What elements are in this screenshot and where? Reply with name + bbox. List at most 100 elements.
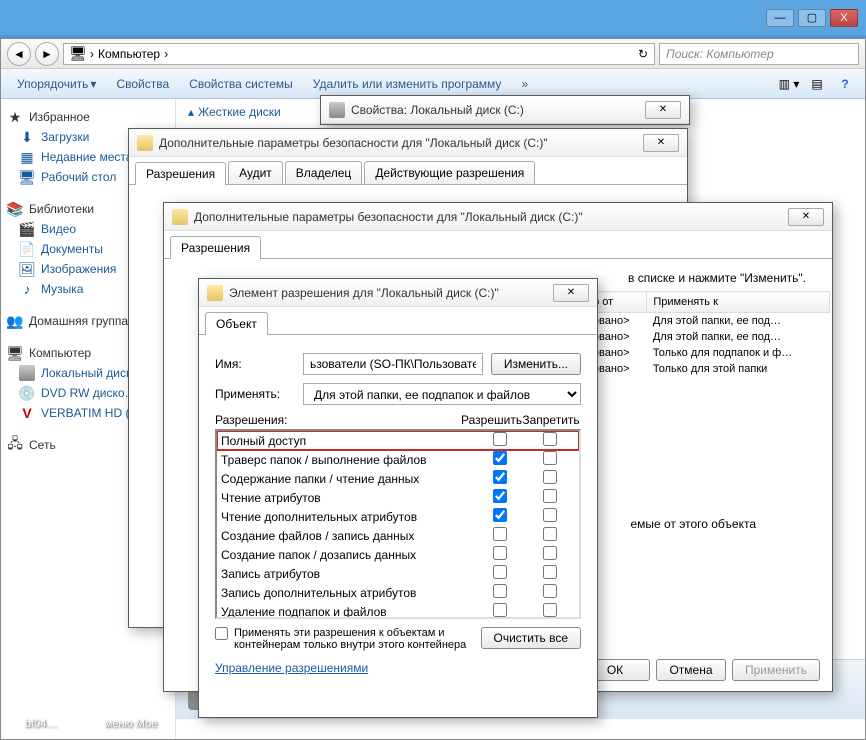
deny-checkbox[interactable] bbox=[543, 451, 557, 465]
allow-checkbox[interactable] bbox=[493, 451, 507, 465]
computer-icon: 🖥 bbox=[7, 345, 23, 361]
name-input[interactable] bbox=[303, 353, 483, 375]
cancel-button[interactable]: Отмена bbox=[656, 659, 726, 681]
view-button[interactable]: ▥ ▾ bbox=[777, 73, 801, 95]
table-row[interactable]: довано>Для этой папки, ее под… bbox=[581, 313, 830, 330]
file-icon bbox=[21, 676, 61, 716]
libraries-icon: 📚 bbox=[7, 201, 23, 217]
desktop-icon: 🖥 bbox=[19, 169, 35, 185]
network-icon: 🖧 bbox=[7, 437, 23, 453]
permission-name: Чтение дополнительных атрибутов bbox=[221, 510, 475, 524]
system-properties-button[interactable]: Свойства системы bbox=[181, 73, 301, 95]
refresh-icon[interactable]: ↻ bbox=[638, 47, 648, 61]
permission-row: Траверс папок / выполнение файлов bbox=[217, 450, 579, 469]
deny-checkbox[interactable] bbox=[543, 584, 557, 598]
allow-checkbox[interactable] bbox=[493, 546, 507, 560]
close-button[interactable]: ✕ bbox=[645, 101, 681, 119]
table-row[interactable]: довано>Только для этой папки bbox=[581, 361, 830, 377]
allow-checkbox[interactable] bbox=[493, 508, 507, 522]
permission-row: Полный доступ bbox=[217, 431, 579, 450]
permissions-table[interactable]: но от Применять к довано>Для этой папки,… bbox=[580, 291, 830, 377]
allow-checkbox[interactable] bbox=[493, 565, 507, 579]
dialog-title: Дополнительные параметры безопасности дл… bbox=[194, 210, 782, 224]
deny-checkbox[interactable] bbox=[543, 489, 557, 503]
allow-checkbox[interactable] bbox=[493, 584, 507, 598]
apply-to-container-label: Применять эти разрешения к объектам и ко… bbox=[234, 627, 475, 651]
maximize-button[interactable]: ▢ bbox=[798, 9, 826, 27]
permission-entry-dialog: Элемент разрешения для "Локальный диск (… bbox=[198, 278, 598, 718]
deny-checkbox[interactable] bbox=[543, 470, 557, 484]
tab-permissions[interactable]: Разрешения bbox=[170, 236, 261, 259]
permission-name: Создание папок / дозапись данных bbox=[221, 548, 475, 562]
deny-label: Запретить bbox=[521, 413, 581, 427]
breadcrumb[interactable]: 🖥 › Компьютер › ↻ bbox=[63, 43, 655, 65]
close-button[interactable]: ✕ bbox=[788, 208, 824, 226]
usb-drive-icon: V bbox=[19, 405, 35, 421]
video-icon: 🎬 bbox=[19, 221, 35, 237]
desktop-item[interactable]: bf04… bbox=[6, 676, 76, 730]
apply-to-label: Применять: bbox=[215, 387, 295, 401]
documents-icon: 📄 bbox=[19, 241, 35, 257]
tab-owner[interactable]: Владелец bbox=[285, 161, 363, 184]
permission-name: Запись атрибутов bbox=[221, 567, 475, 581]
breadcrumb-sep: › bbox=[164, 47, 168, 61]
tab-object[interactable]: Объект bbox=[205, 312, 268, 335]
folder-icon bbox=[207, 285, 223, 301]
desktop-item[interactable]: меню Мое bbox=[96, 676, 166, 730]
clear-all-button[interactable]: Очистить все bbox=[481, 627, 581, 649]
close-button[interactable]: ✕ bbox=[553, 284, 589, 302]
allow-checkbox[interactable] bbox=[493, 432, 507, 446]
folder-icon bbox=[172, 209, 188, 225]
deny-checkbox[interactable] bbox=[543, 432, 557, 446]
close-button[interactable]: X bbox=[830, 9, 858, 27]
permission-row: Запись атрибутов bbox=[217, 564, 579, 583]
computer-icon: 🖥 bbox=[70, 46, 86, 62]
apply-button[interactable]: Применить bbox=[732, 659, 820, 681]
search-input[interactable]: Поиск: Компьютер bbox=[659, 43, 859, 65]
uninstall-button[interactable]: Удалить или изменить программу bbox=[305, 73, 510, 95]
permissions-list[interactable]: Полный доступТраверс папок / выполнение … bbox=[215, 429, 581, 619]
deny-checkbox[interactable] bbox=[543, 546, 557, 560]
deny-checkbox[interactable] bbox=[543, 565, 557, 579]
permission-name: Чтение атрибутов bbox=[221, 491, 475, 505]
recent-icon: ▦ bbox=[19, 149, 35, 165]
permission-name: Запись дополнительных атрибутов bbox=[221, 586, 475, 600]
explorer-header: ◄ ► 🖥 › Компьютер › ↻ Поиск: Компьютер bbox=[1, 39, 865, 69]
apply-to-container-checkbox[interactable] bbox=[215, 627, 228, 640]
col-apply-to[interactable]: Применять к bbox=[647, 292, 830, 313]
homegroup-icon: 👥 bbox=[7, 313, 23, 329]
nav-back-button[interactable]: ◄ bbox=[7, 42, 31, 66]
properties-button[interactable]: Свойства bbox=[108, 73, 177, 95]
permission-name: Создание файлов / запись данных bbox=[221, 529, 475, 543]
nav-favorites-header[interactable]: ★Избранное bbox=[1, 107, 175, 127]
allow-checkbox[interactable] bbox=[493, 603, 507, 617]
window-chrome: — ▢ X bbox=[0, 0, 866, 35]
nav-forward-button[interactable]: ► bbox=[35, 42, 59, 66]
tab-audit[interactable]: Аудит bbox=[228, 161, 283, 184]
preview-pane-button[interactable]: ▤ bbox=[805, 73, 829, 95]
close-button[interactable]: ✕ bbox=[643, 134, 679, 152]
drive-icon bbox=[19, 365, 35, 381]
table-row[interactable]: довано>Для этой папки, ее под… bbox=[581, 329, 830, 345]
breadcrumb-root[interactable]: Компьютер bbox=[98, 47, 160, 61]
permission-name: Удаление подпапок и файлов bbox=[221, 605, 475, 619]
change-button[interactable]: Изменить... bbox=[491, 353, 581, 375]
allow-checkbox[interactable] bbox=[493, 527, 507, 541]
deny-checkbox[interactable] bbox=[543, 603, 557, 617]
apply-to-select[interactable]: Для этой папки, ее подпапок и файлов bbox=[303, 383, 581, 405]
allow-checkbox[interactable] bbox=[493, 470, 507, 484]
manage-permissions-link[interactable]: Управление разрешениями bbox=[215, 661, 368, 675]
table-row[interactable]: довано>Только для подпапок и ф… bbox=[581, 345, 830, 361]
allow-checkbox[interactable] bbox=[493, 489, 507, 503]
tab-permissions[interactable]: Разрешения bbox=[135, 162, 226, 185]
help-button[interactable]: ? bbox=[833, 73, 857, 95]
minimize-button[interactable]: — bbox=[766, 9, 794, 27]
organize-menu[interactable]: Упорядочить ▾ bbox=[9, 73, 104, 95]
tab-effective[interactable]: Действующие разрешения bbox=[364, 161, 535, 184]
pictures-icon: 🖼 bbox=[19, 261, 35, 277]
toolbar-more[interactable]: » bbox=[513, 73, 536, 95]
deny-checkbox[interactable] bbox=[543, 508, 557, 522]
permission-row: Создание файлов / запись данных bbox=[217, 526, 579, 545]
dialog-title: Элемент разрешения для "Локальный диск (… bbox=[229, 286, 547, 300]
deny-checkbox[interactable] bbox=[543, 527, 557, 541]
